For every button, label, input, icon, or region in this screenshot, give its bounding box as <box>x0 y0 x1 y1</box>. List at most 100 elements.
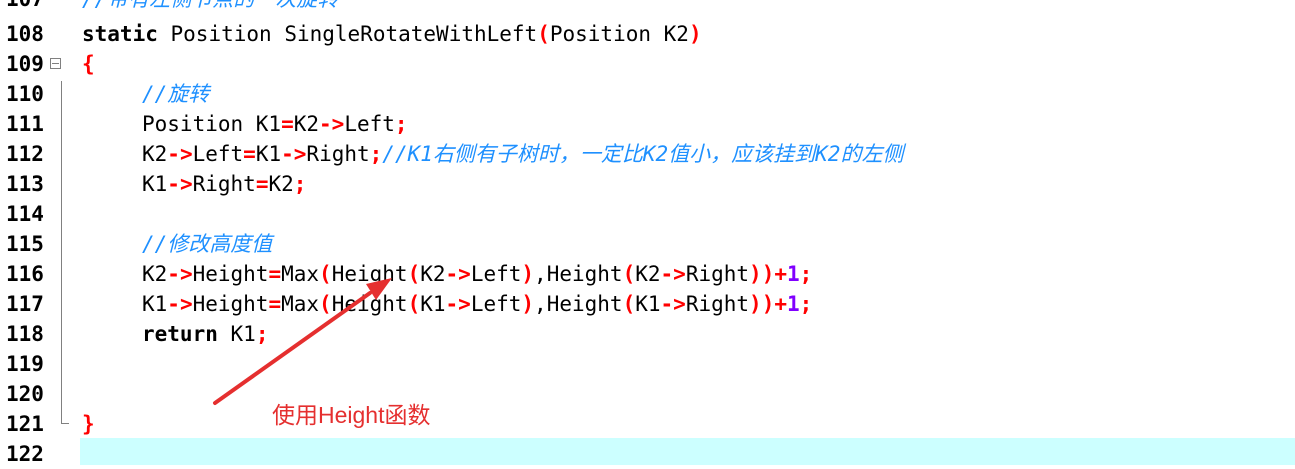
paren: ) <box>521 262 535 286</box>
line-number: 114 <box>6 202 44 226</box>
code-text: { <box>82 51 95 77</box>
code-text: Position K1=K2->Left; <box>82 111 408 137</box>
line-number: 117 <box>6 292 44 316</box>
operator: ; <box>799 262 813 286</box>
identifier: K2 <box>420 262 446 286</box>
code-text: //修改高度值 <box>82 231 272 257</box>
type-name: Position <box>170 22 272 46</box>
operator: -> <box>319 112 345 136</box>
identifier: Right <box>306 142 370 166</box>
line-number: 120 <box>6 382 44 406</box>
code-line-108[interactable]: 108 static Position SingleRotateWithLeft… <box>0 19 1295 49</box>
operator: -> <box>167 262 193 286</box>
code-line-107[interactable]: 107 //带有左侧节点的一次旋转 <box>0 0 1295 14</box>
keyword-return: return <box>142 322 218 346</box>
declaration: Position K1 <box>142 112 282 136</box>
identifier: Right <box>192 172 256 196</box>
function-call: Height <box>546 292 623 316</box>
operator: + <box>774 262 787 286</box>
operator: ; <box>255 322 269 346</box>
number: 1 <box>787 292 800 316</box>
identifier: K1 <box>635 292 661 316</box>
code-text: static Position SingleRotateWithLeft(Pos… <box>82 21 702 47</box>
code-line-113[interactable]: 113 K1->Right=K2; <box>0 169 1295 199</box>
identifier: Height <box>192 262 269 286</box>
identifier: Right <box>685 262 750 286</box>
function-call: Height <box>331 262 408 286</box>
paren: ) <box>521 292 535 316</box>
identifier: K1 <box>142 292 168 316</box>
code-text: //带有左侧节点的一次旋转 <box>82 0 338 12</box>
identifier: K1 <box>142 172 168 196</box>
code-line-119[interactable]: 119 <box>0 349 1295 379</box>
code-text: //旋转 <box>82 81 209 107</box>
line-number: 113 <box>6 172 44 196</box>
identifier: Height <box>192 292 269 316</box>
comma: , <box>534 262 547 286</box>
paren: ) <box>761 262 775 286</box>
operator: = <box>281 112 294 136</box>
comment: //修改高度值 <box>142 232 273 256</box>
line-number: 119 <box>6 352 44 376</box>
code-editor[interactable]: 107 //带有左侧节点的一次旋转 108 static Position Si… <box>0 0 1295 466</box>
paren: ) <box>749 262 762 286</box>
code-line-110[interactable]: 110 //旋转 <box>0 79 1295 109</box>
operator: = <box>268 292 282 316</box>
code-text: return K1; <box>82 321 268 347</box>
identifier: K2 <box>142 142 168 166</box>
code-text: K2->Left=K1->Right;//K1右侧有子树时，一定比K2值小，应该… <box>82 141 903 167</box>
identifier: Left <box>470 292 522 316</box>
operator: ; <box>394 112 408 136</box>
brace: } <box>82 412 95 436</box>
line-number: 111 <box>6 112 44 136</box>
line-number: 116 <box>6 262 44 286</box>
identifier: K1 <box>255 142 282 166</box>
keyword-static: static <box>82 22 158 46</box>
code-line-121[interactable]: 121 } <box>0 409 1295 439</box>
number: 1 <box>787 262 800 286</box>
paren: ) <box>688 22 702 46</box>
identifier: Left <box>344 112 395 136</box>
line-number: 107 <box>6 0 52 11</box>
code-text: } <box>82 411 95 437</box>
code-line-115[interactable]: 115 //修改高度值 <box>0 229 1295 259</box>
parameter: Position K2 <box>549 22 689 46</box>
operator: -> <box>445 292 471 316</box>
function-call: Height <box>331 292 408 316</box>
operator: -> <box>660 262 686 286</box>
function-call: Max <box>281 262 320 286</box>
function-call: Height <box>546 262 623 286</box>
code-line-114[interactable]: 114 <box>0 199 1295 229</box>
paren: ( <box>537 22 550 46</box>
code-line-116[interactable]: 116 K2->Height=Max(Height(K2->Left),Heig… <box>0 259 1295 289</box>
paren: ( <box>622 262 636 286</box>
paren: ( <box>319 262 332 286</box>
paren: ( <box>407 292 421 316</box>
identifier: K1 <box>420 292 446 316</box>
code-line-109[interactable]: 109 { <box>0 49 1295 79</box>
paren: ) <box>749 292 762 316</box>
code-line-112[interactable]: 112 K2->Left=K1->Right;//K1右侧有子树时，一定比K2值… <box>0 139 1295 169</box>
line-number: 121 <box>6 412 44 436</box>
identifier: K2 <box>142 262 168 286</box>
code-line-117[interactable]: 117 K1->Height=Max(Height(K1->Left),Heig… <box>0 289 1295 319</box>
collapse-fold-icon[interactable] <box>50 58 61 69</box>
line-number: 110 <box>6 82 44 106</box>
code-line-120[interactable]: 120 <box>0 379 1295 409</box>
code-line-118[interactable]: 118 return K1; <box>0 319 1295 349</box>
line-number: 115 <box>6 232 44 256</box>
function-call: Max <box>281 292 320 316</box>
line-number: 122 <box>6 442 44 466</box>
paren: ( <box>319 292 332 316</box>
line-number: 118 <box>6 322 44 346</box>
operator: -> <box>660 292 686 316</box>
operator: ; <box>799 292 813 316</box>
paren: ( <box>622 292 636 316</box>
comment: //K1右侧有子树时，一定比K2值小，应该挂到K2的左侧 <box>382 142 904 166</box>
code-line-111[interactable]: 111 Position K1=K2->Left; <box>0 109 1295 139</box>
code-text: K1->Right=K2; <box>82 171 306 197</box>
operator: = <box>268 262 282 286</box>
identifier: Left <box>192 142 244 166</box>
code-text: K1->Height=Max(Height(K1->Left),Height(K… <box>82 291 812 317</box>
operator: -> <box>281 142 307 166</box>
